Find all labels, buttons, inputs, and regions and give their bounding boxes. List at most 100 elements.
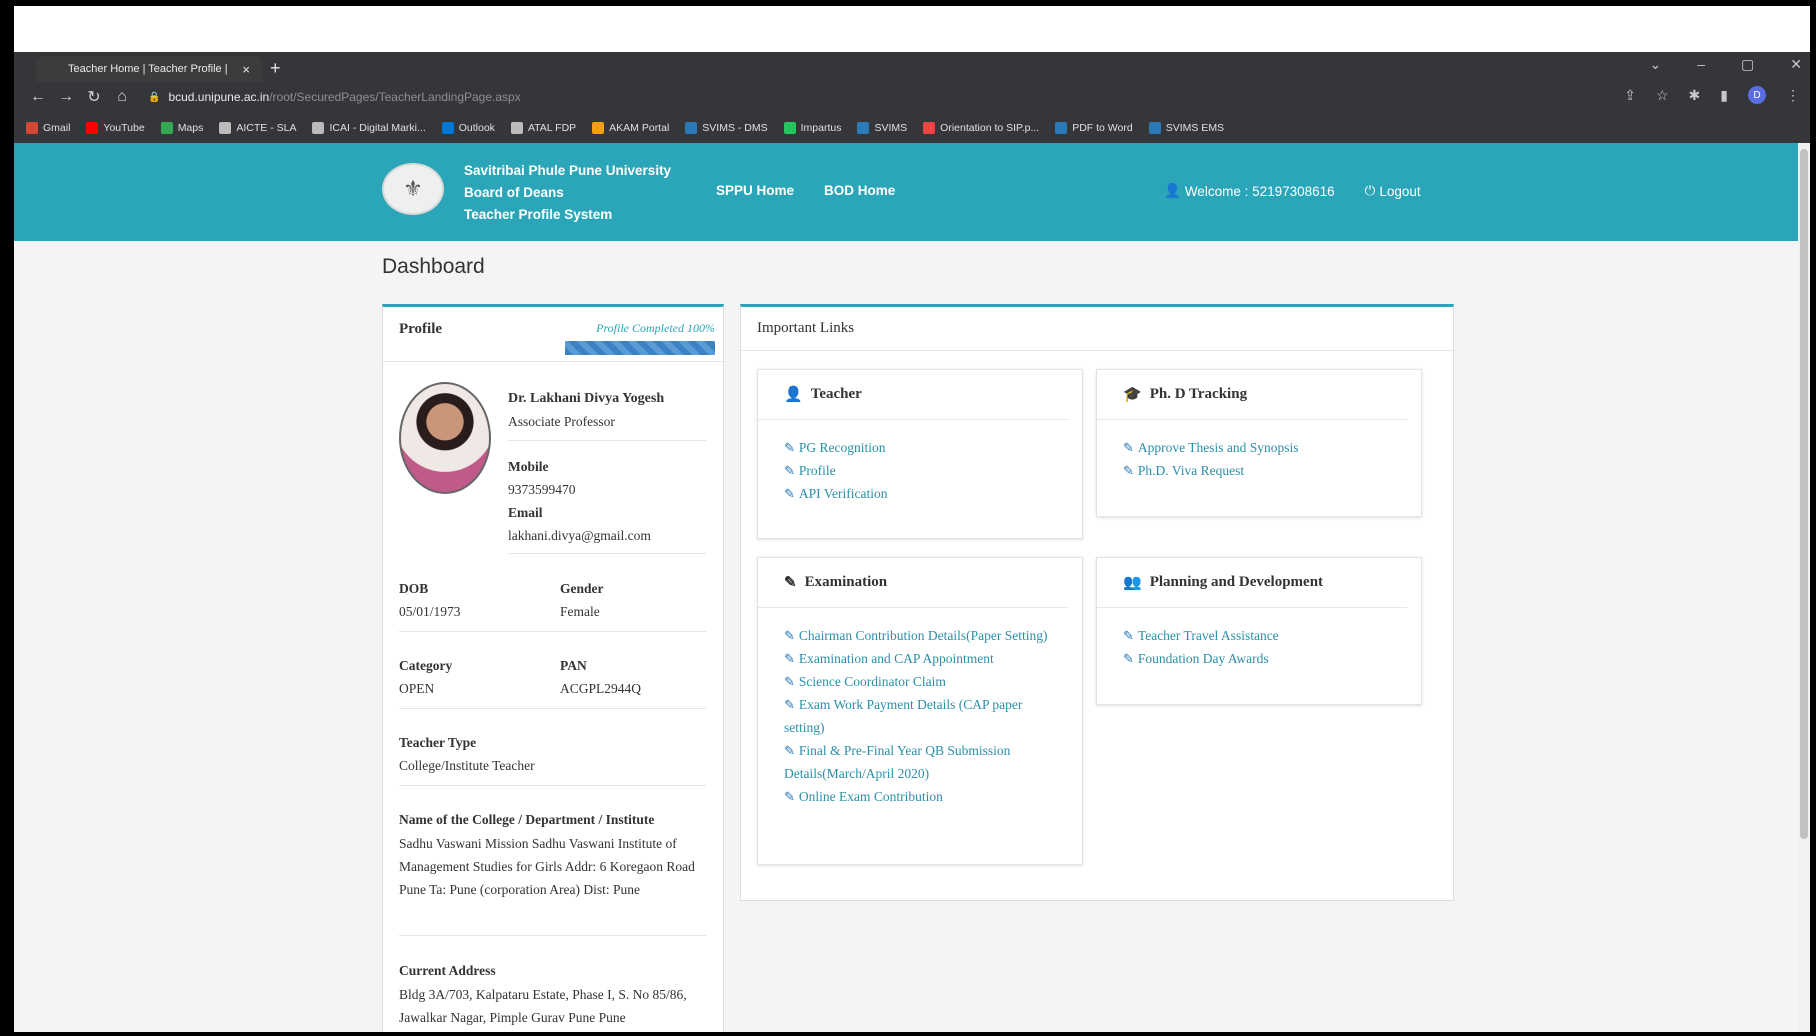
profile-panel-title: Profile <box>399 321 443 337</box>
bookmark-label: Impartus <box>800 121 842 134</box>
link-profile[interactable]: ✎ Profile <box>784 459 1056 482</box>
home-icon[interactable]: ⌂ <box>108 88 136 106</box>
link-online-exam-contribution[interactable]: ✎ Online Exam Contribution <box>784 785 1056 808</box>
bookmark-item[interactable]: SVIMS EMS <box>1148 121 1224 134</box>
edit-icon: ✎ <box>784 463 795 478</box>
nav-sppu-home[interactable]: SPPU Home <box>716 183 794 198</box>
bookmark-item[interactable]: Impartus <box>783 121 842 134</box>
restore-icon[interactable]: ▢ <box>1741 56 1754 73</box>
address-bar[interactable]: 🔒 bcud.unipune.ac.in /root/SecuredPages/… <box>148 86 1610 108</box>
bookmark-label: Gmail <box>43 121 71 134</box>
edit-icon: ✎ <box>1123 463 1134 478</box>
important-links-panel: Important Links 👤 Teacher ✎ PG Recognitio… <box>740 304 1454 901</box>
important-links-header: Important Links <box>741 307 1453 351</box>
bookmark-item[interactable]: ATAL FDP <box>510 121 576 134</box>
logout-button[interactable]: ⏻ Logout <box>1365 183 1421 199</box>
back-icon[interactable]: ← <box>24 88 52 106</box>
edit-icon: ✎ <box>784 575 797 591</box>
planning-links: ✎ Teacher Travel Assistance ✎ Foundation D… <box>1097 608 1421 670</box>
bookmark-favicon-icon <box>1148 121 1161 134</box>
nav-bod-home[interactable]: BOD Home <box>824 183 895 198</box>
page-scrollbar[interactable] <box>1798 143 1810 1032</box>
university-logo[interactable]: ⚜ <box>382 163 444 215</box>
welcome-text: Welcome : 52197308616 <box>1184 183 1335 199</box>
bookmark-item[interactable]: AICTE - SLA <box>219 121 296 134</box>
main-nav: SPPU Home BOD Home <box>716 183 895 198</box>
new-tab-button[interactable]: + <box>270 58 281 78</box>
bookmark-item[interactable]: Orientation to SIP.p... <box>923 121 1040 134</box>
teacher-type-value: College/Institute Teacher <box>399 758 535 773</box>
bookmark-favicon-icon <box>219 121 232 134</box>
dob-label: DOB <box>399 581 429 596</box>
forward-icon[interactable]: → <box>52 88 80 106</box>
profile-avatar-icon[interactable]: D <box>1748 86 1766 104</box>
link-label: Profile <box>798 463 836 478</box>
link-chairman-contribution[interactable]: ✎ Chairman Contribution Details(Paper Set… <box>784 624 1056 647</box>
teacher-links: ✎ PG Recognition ✎ Profile ✎ API Verificati… <box>758 420 1082 505</box>
tab-close-icon[interactable]: × <box>242 62 250 77</box>
important-links-title: Important Links <box>757 320 855 336</box>
scrollbar-thumb[interactable] <box>1800 149 1808 839</box>
brand-board: Board of Deans <box>464 185 564 200</box>
minimize-icon[interactable]: – <box>1697 56 1705 73</box>
profile-progress-fill <box>565 341 715 355</box>
side-panel-icon[interactable]: ▮ <box>1720 87 1728 104</box>
browser-toolbar: ← → ↻ ⌂ 🔒 bcud.unipune.ac.in /root/Secur… <box>14 82 1810 112</box>
link-approve-thesis[interactable]: ✎ Approve Thesis and Synopsis <box>1123 436 1395 459</box>
examination-card: ✎ Examination ✎ Chairman Contribution Det… <box>757 557 1083 865</box>
screenshot-frame-bottom <box>0 1032 1816 1036</box>
profile-panel: Profile Profile Completed 100% Dr. Lakha… <box>382 304 724 1032</box>
url-path: /root/SecuredPages/TeacherLandingPage.as… <box>269 90 521 104</box>
welcome-link[interactable]: 👤 Welcome : 52197308616 <box>1164 183 1335 199</box>
extensions-icon[interactable]: ✱ <box>1689 87 1701 104</box>
phd-card-title: Ph. D Tracking <box>1149 386 1248 402</box>
profile-completion-label: Profile Completed 100% <box>596 321 715 335</box>
bookmark-label: Orientation to SIP.p... <box>940 121 1040 134</box>
share-icon[interactable]: ⇪ <box>1624 87 1636 104</box>
toolbar-actions: ⇪ ☆ ✱ ▮ D ⋮ <box>1624 86 1800 104</box>
bookmark-item[interactable]: SVIMS - DMS <box>685 121 768 134</box>
browser-tab[interactable]: Teacher Home | Teacher Profile | × <box>36 56 262 82</box>
link-teacher-travel[interactable]: ✎ Teacher Travel Assistance <box>1123 624 1395 647</box>
reload-icon[interactable]: ↻ <box>80 87 108 107</box>
menu-icon[interactable]: ⋮ <box>1786 87 1800 104</box>
link-exam-work-payment[interactable]: ✎ Exam Work Payment Details (CAP paper se… <box>784 693 1056 739</box>
link-label: Foundation Day Awards <box>1137 651 1269 666</box>
tab-search-icon[interactable]: ⌄ <box>1650 56 1662 73</box>
phd-card-header: 🎓 Ph. D Tracking <box>1097 370 1407 420</box>
edit-icon: ✎ <box>1123 651 1134 666</box>
dob-value: 05/01/1973 <box>399 604 461 619</box>
link-label: Examination and CAP Appointment <box>798 651 994 666</box>
bookmark-item[interactable]: YouTube <box>86 121 145 134</box>
link-foundation-day[interactable]: ✎ Foundation Day Awards <box>1123 647 1395 670</box>
bookmark-item[interactable]: AKAM Portal <box>592 121 669 134</box>
email-value: lakhani.divya@gmail.com <box>508 528 651 543</box>
bookmark-label: YouTube <box>103 121 145 134</box>
examination-links: ✎ Chairman Contribution Details(Paper Set… <box>758 608 1082 808</box>
bookmark-item[interactable]: PDF to Word <box>1055 121 1133 134</box>
bookmark-item[interactable]: Maps <box>160 121 203 134</box>
bookmark-item[interactable]: Outlook <box>441 121 495 134</box>
close-window-icon[interactable]: ✕ <box>1790 56 1802 73</box>
bookmark-item[interactable]: Gmail <box>26 121 71 134</box>
link-api-verification[interactable]: ✎ API Verification <box>784 482 1056 505</box>
screenshot-frame-left <box>0 0 14 1036</box>
bookmark-item[interactable]: ICAI - Digital Marki... <box>312 121 426 134</box>
bookmark-star-icon[interactable]: ☆ <box>1656 87 1669 104</box>
user-area: 👤 Welcome : 52197308616 ⏻ Logout <box>1164 183 1421 199</box>
profile-photo <box>399 382 491 494</box>
link-phd-viva[interactable]: ✎ Ph.D. Viva Request <box>1123 459 1395 482</box>
bookmark-label: ICAI - Digital Marki... <box>329 121 426 134</box>
bookmark-item[interactable]: SVIMS <box>857 121 907 134</box>
bookmark-favicon-icon <box>510 121 523 134</box>
link-pg-recognition[interactable]: ✎ PG Recognition <box>784 436 1056 459</box>
bookmark-favicon-icon <box>923 121 936 134</box>
user-icon: 👤 <box>1164 183 1181 198</box>
tab-title: Teacher Home | Teacher Profile | <box>68 63 228 75</box>
email-label: Email <box>508 505 543 520</box>
tab-strip: Teacher Home | Teacher Profile | × + ⌄ –… <box>14 52 1810 82</box>
link-exam-cap-appointment[interactable]: ✎ Examination and CAP Appointment <box>784 647 1056 670</box>
link-label: Ph.D. Viva Request <box>1137 463 1245 478</box>
link-science-coordinator[interactable]: ✎ Science Coordinator Claim <box>784 670 1056 693</box>
link-qb-submission[interactable]: ✎ Final & Pre-Final Year QB Submission De… <box>784 739 1056 785</box>
